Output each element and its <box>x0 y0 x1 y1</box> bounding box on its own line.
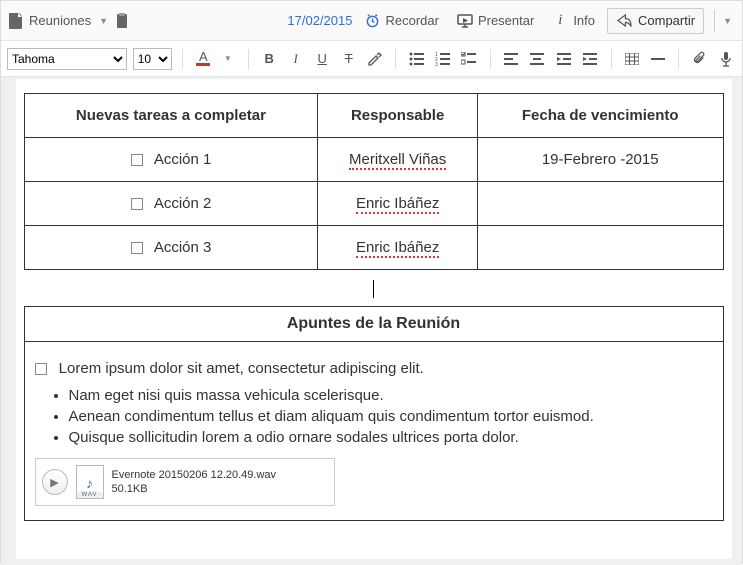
wav-file-icon: ♪ WAV <box>76 465 104 499</box>
tasks-col-header: Nuevas tareas a completar <box>24 94 318 138</box>
tasks-table: Nuevas tareas a completar Responsable Fe… <box>24 93 724 270</box>
bold-button[interactable]: B <box>259 47 279 71</box>
reminder-button[interactable]: Recordar <box>358 13 444 29</box>
note-date[interactable]: 17/02/2015 <box>287 13 352 28</box>
task-due-cell[interactable]: 19-Febrero -2015 <box>477 138 723 182</box>
text-caret <box>16 280 732 296</box>
info-label: Info <box>573 13 595 28</box>
task-action-cell[interactable]: Acción 1 <box>24 138 318 182</box>
notes-lead-line: Lorem ipsum dolor sit amet, consectetur … <box>35 360 713 377</box>
play-button[interactable]: ▶ <box>42 469 68 495</box>
task-owner-cell[interactable]: Enric Ibáñez <box>318 182 478 226</box>
italic-button[interactable]: I <box>285 47 305 71</box>
task-due-cell[interactable] <box>477 226 723 270</box>
info-icon: i <box>552 13 568 29</box>
task-due-cell[interactable] <box>477 182 723 226</box>
format-toolbar: Tahoma 10 A ▼ B I U T 123 <box>1 41 742 77</box>
attachment-size: 50.1KB <box>112 482 277 496</box>
notes-body[interactable]: Lorem ipsum dolor sit amet, consectetur … <box>24 342 724 521</box>
share-button[interactable]: Compartir <box>607 8 704 34</box>
checkbox-icon[interactable] <box>131 154 143 166</box>
reminder-label: Recordar <box>385 13 438 28</box>
present-label: Presentar <box>478 13 534 28</box>
attachment-filename: Evernote 20150206 12.20.49.wav <box>112 468 277 482</box>
text-color-button[interactable]: A <box>193 47 213 71</box>
info-button[interactable]: i Info <box>546 13 601 29</box>
task-action-cell[interactable]: Acción 3 <box>24 226 318 270</box>
share-icon <box>616 13 632 29</box>
list-item: Nam eget nisi quis massa vehicula sceler… <box>69 387 713 404</box>
share-caret-icon[interactable]: ▼ <box>714 10 736 32</box>
divider <box>182 49 183 69</box>
note-page[interactable]: Nuevas tareas a completar Responsable Fe… <box>16 79 732 559</box>
align-left-button[interactable] <box>501 47 521 71</box>
share-label: Compartir <box>638 13 695 28</box>
svg-text:3: 3 <box>435 62 438 66</box>
divider <box>611 49 612 69</box>
text-color-caret-icon[interactable]: ▼ <box>218 47 238 71</box>
task-owner-cell[interactable]: Meritxell Viñas <box>318 138 478 182</box>
checkbox-icon[interactable] <box>35 363 47 375</box>
font-size-select[interactable]: 10 <box>133 48 173 70</box>
divider <box>395 49 396 69</box>
present-button[interactable]: Presentar <box>451 13 540 29</box>
tasks-col-header: Responsable <box>318 94 478 138</box>
numbered-list-button[interactable]: 123 <box>433 47 453 71</box>
notes-title: Apuntes de la Reunión <box>24 307 723 342</box>
audio-record-button[interactable] <box>716 47 736 71</box>
divider <box>490 49 491 69</box>
list-item: Quisque sollicitudin lorem a odio ornare… <box>69 429 713 446</box>
notebook-icon <box>7 13 23 29</box>
divider <box>678 49 679 69</box>
attachment-meta: Evernote 20150206 12.20.49.wav 50.1KB <box>112 468 277 496</box>
insert-rule-button[interactable] <box>648 47 668 71</box>
tasks-col-header: Fecha de vencimiento <box>477 94 723 138</box>
insert-table-button[interactable] <box>621 47 641 71</box>
divider <box>248 49 249 69</box>
clipboard-icon[interactable] <box>114 13 130 29</box>
top-bar: Reuniones ▼ 17/02/2015 Recordar Presenta… <box>1 1 742 41</box>
checklist-button[interactable] <box>459 47 479 71</box>
task-action-cell[interactable]: Acción 2 <box>24 182 318 226</box>
task-owner-cell[interactable]: Enric Ibáñez <box>318 226 478 270</box>
notes-bullet-list: Nam eget nisi quis massa vehicula sceler… <box>69 387 713 446</box>
strikethrough-button[interactable]: T <box>338 47 358 71</box>
notes-heading-table: Apuntes de la Reunión <box>24 306 724 342</box>
font-name-select[interactable]: Tahoma <box>7 48 127 70</box>
table-row: Acción 3Enric Ibáñez <box>24 226 723 270</box>
table-row: Acción 2Enric Ibáñez <box>24 182 723 226</box>
attach-button[interactable] <box>689 47 709 71</box>
list-item: Aenean condimentum tellus et diam aliqua… <box>69 408 713 425</box>
editor-scroll[interactable]: Nuevas tareas a completar Responsable Fe… <box>1 77 742 565</box>
table-row: Acción 1Meritxell Viñas19-Febrero -2015 <box>24 138 723 182</box>
align-center-button[interactable] <box>527 47 547 71</box>
notebook-title[interactable]: Reuniones <box>29 13 91 28</box>
present-icon <box>457 13 473 29</box>
checkbox-icon[interactable] <box>131 242 143 254</box>
notebook-caret-icon[interactable]: ▼ <box>99 16 108 26</box>
clock-icon <box>364 13 380 29</box>
indent-decrease-button[interactable] <box>554 47 574 71</box>
bullet-list-button[interactable] <box>406 47 426 71</box>
audio-attachment[interactable]: ▶ ♪ WAV Evernote 20150206 12.20.49.wav 5… <box>35 458 335 506</box>
indent-increase-button[interactable] <box>580 47 600 71</box>
checkbox-icon[interactable] <box>131 198 143 210</box>
underline-button[interactable]: U <box>312 47 332 71</box>
highlight-button[interactable] <box>365 47 385 71</box>
